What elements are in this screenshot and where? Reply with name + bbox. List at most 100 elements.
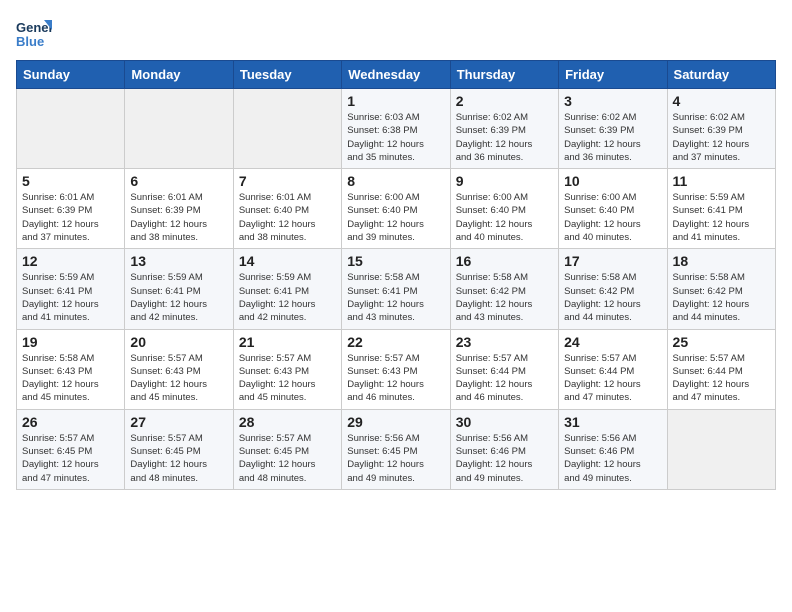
day-info: Sunrise: 5:59 AM Sunset: 6:41 PM Dayligh… bbox=[130, 271, 227, 324]
day-info: Sunrise: 5:59 AM Sunset: 6:41 PM Dayligh… bbox=[673, 191, 770, 244]
calendar-day-cell: 16Sunrise: 5:58 AM Sunset: 6:42 PM Dayli… bbox=[450, 249, 558, 329]
day-info: Sunrise: 5:57 AM Sunset: 6:45 PM Dayligh… bbox=[239, 432, 336, 485]
calendar-day-cell: 23 Sunrise: 5:57 AM Sunset: 6:44 PM Dayli… bbox=[450, 329, 558, 409]
calendar-day-cell: 11 Sunrise: 5:59 AM Sunset: 6:41 PM Dayli… bbox=[667, 169, 775, 249]
day-info: Sunrise: 5:58 AM Sunset: 6:42 PM Dayligh… bbox=[564, 271, 661, 324]
day-info: Sunrise: 5:56 AM Sunset: 6:45 PM Dayligh… bbox=[347, 432, 444, 485]
day-number: 21 bbox=[239, 334, 336, 350]
calendar-day-cell: 7 Sunrise: 6:01 AM Sunset: 6:40 PM Daylig… bbox=[233, 169, 341, 249]
calendar-day-cell: 25 Sunrise: 5:57 AM Sunset: 6:44 PM Dayli… bbox=[667, 329, 775, 409]
day-info: Sunrise: 5:57 AM Sunset: 6:43 PM Dayligh… bbox=[239, 352, 336, 405]
day-number: 4 bbox=[673, 93, 770, 109]
day-number: 18 bbox=[673, 253, 770, 269]
calendar-day-cell: 22 Sunrise: 5:57 AM Sunset: 6:43 PM Dayli… bbox=[342, 329, 450, 409]
day-number: 24 bbox=[564, 334, 661, 350]
day-number: 5 bbox=[22, 173, 119, 189]
day-info: Sunrise: 5:59 AM Sunset: 6:41 PM Dayligh… bbox=[22, 271, 119, 324]
day-number: 29 bbox=[347, 414, 444, 430]
day-number: 23 bbox=[456, 334, 553, 350]
calendar-day-cell: 8Sunrise: 6:00 AM Sunset: 6:40 PM Daylig… bbox=[342, 169, 450, 249]
day-info: Sunrise: 5:57 AM Sunset: 6:44 PM Dayligh… bbox=[564, 352, 661, 405]
day-number: 9 bbox=[456, 173, 553, 189]
calendar-day-cell: 9 Sunrise: 6:00 AM Sunset: 6:40 PM Daylig… bbox=[450, 169, 558, 249]
weekday-header-row: SundayMondayTuesdayWednesdayThursdayFrid… bbox=[17, 61, 776, 89]
svg-text:Blue: Blue bbox=[16, 34, 44, 49]
calendar-day-cell: 27 Sunrise: 5:57 AM Sunset: 6:45 PM Dayli… bbox=[125, 409, 233, 489]
calendar-day-cell: 26Sunrise: 5:57 AM Sunset: 6:45 PM Dayli… bbox=[17, 409, 125, 489]
calendar-body: 1 Sunrise: 6:03 AM Sunset: 6:38 PM Daylig… bbox=[17, 89, 776, 490]
day-info: Sunrise: 5:56 AM Sunset: 6:46 PM Dayligh… bbox=[564, 432, 661, 485]
day-number: 20 bbox=[130, 334, 227, 350]
calendar-day-cell: 31 Sunrise: 5:56 AM Sunset: 6:46 PM Dayli… bbox=[559, 409, 667, 489]
empty-day-cell bbox=[233, 89, 341, 169]
day-number: 19 bbox=[22, 334, 119, 350]
calendar-day-cell: 28 Sunrise: 5:57 AM Sunset: 6:45 PM Dayli… bbox=[233, 409, 341, 489]
calendar-day-cell: 15 Sunrise: 5:58 AM Sunset: 6:41 PM Dayli… bbox=[342, 249, 450, 329]
day-number: 17 bbox=[564, 253, 661, 269]
calendar-day-cell: 18 Sunrise: 5:58 AM Sunset: 6:42 PM Dayli… bbox=[667, 249, 775, 329]
calendar-table: SundayMondayTuesdayWednesdayThursdayFrid… bbox=[16, 60, 776, 490]
calendar-day-cell: 3 Sunrise: 6:02 AM Sunset: 6:39 PM Daylig… bbox=[559, 89, 667, 169]
day-info: Sunrise: 6:02 AM Sunset: 6:39 PM Dayligh… bbox=[564, 111, 661, 164]
calendar-day-cell: 2 Sunrise: 6:02 AM Sunset: 6:39 PM Daylig… bbox=[450, 89, 558, 169]
day-info: Sunrise: 6:01 AM Sunset: 6:39 PM Dayligh… bbox=[130, 191, 227, 244]
calendar-day-cell: 21 Sunrise: 5:57 AM Sunset: 6:43 PM Dayli… bbox=[233, 329, 341, 409]
day-number: 27 bbox=[130, 414, 227, 430]
day-info: Sunrise: 5:59 AM Sunset: 6:41 PM Dayligh… bbox=[239, 271, 336, 324]
day-info: Sunrise: 5:57 AM Sunset: 6:45 PM Dayligh… bbox=[130, 432, 227, 485]
day-info: Sunrise: 6:00 AM Sunset: 6:40 PM Dayligh… bbox=[456, 191, 553, 244]
logo-bird-icon: General Blue bbox=[16, 16, 52, 52]
day-number: 22 bbox=[347, 334, 444, 350]
day-number: 25 bbox=[673, 334, 770, 350]
day-info: Sunrise: 5:57 AM Sunset: 6:44 PM Dayligh… bbox=[456, 352, 553, 405]
weekday-header-cell: Friday bbox=[559, 61, 667, 89]
day-info: Sunrise: 5:58 AM Sunset: 6:41 PM Dayligh… bbox=[347, 271, 444, 324]
calendar-day-cell: 20 Sunrise: 5:57 AM Sunset: 6:43 PM Dayli… bbox=[125, 329, 233, 409]
day-number: 31 bbox=[564, 414, 661, 430]
calendar-week-row: 26 Sunrise: 5:57 AM Sunset: 6:45 PM Dayli… bbox=[17, 409, 776, 489]
day-info: Sunrise: 5:58 AM Sunset: 6:43 PM Dayligh… bbox=[22, 352, 119, 405]
calendar-day-cell: 13Sunrise: 5:59 AM Sunset: 6:41 PM Dayli… bbox=[125, 249, 233, 329]
calendar-week-row: 1 Sunrise: 6:03 AM Sunset: 6:38 PM Daylig… bbox=[17, 89, 776, 169]
day-info: Sunrise: 6:01 AM Sunset: 6:40 PM Dayligh… bbox=[239, 191, 336, 244]
day-number: 12 bbox=[22, 253, 119, 269]
calendar-day-cell: 10Sunrise: 6:00 AM Sunset: 6:40 PM Dayli… bbox=[559, 169, 667, 249]
day-number: 15 bbox=[347, 253, 444, 269]
calendar-day-cell: 17 Sunrise: 5:58 AM Sunset: 6:42 PM Dayli… bbox=[559, 249, 667, 329]
day-number: 14 bbox=[239, 253, 336, 269]
calendar-day-cell: 24 Sunrise: 5:57 AM Sunset: 6:44 PM Dayli… bbox=[559, 329, 667, 409]
day-number: 7 bbox=[239, 173, 336, 189]
calendar-day-cell: 12 Sunrise: 5:59 AM Sunset: 6:41 PM Dayli… bbox=[17, 249, 125, 329]
day-number: 28 bbox=[239, 414, 336, 430]
day-number: 16 bbox=[456, 253, 553, 269]
day-info: Sunrise: 5:58 AM Sunset: 6:42 PM Dayligh… bbox=[673, 271, 770, 324]
day-info: Sunrise: 5:57 AM Sunset: 6:43 PM Dayligh… bbox=[347, 352, 444, 405]
day-number: 6 bbox=[130, 173, 227, 189]
day-number: 3 bbox=[564, 93, 661, 109]
calendar-day-cell: 5 Sunrise: 6:01 AM Sunset: 6:39 PM Daylig… bbox=[17, 169, 125, 249]
empty-day-cell bbox=[125, 89, 233, 169]
calendar-day-cell: 30Sunrise: 5:56 AM Sunset: 6:46 PM Dayli… bbox=[450, 409, 558, 489]
day-info: Sunrise: 6:02 AM Sunset: 6:39 PM Dayligh… bbox=[456, 111, 553, 164]
day-number: 1 bbox=[347, 93, 444, 109]
day-number: 2 bbox=[456, 93, 553, 109]
day-info: Sunrise: 5:57 AM Sunset: 6:44 PM Dayligh… bbox=[673, 352, 770, 405]
day-info: Sunrise: 5:57 AM Sunset: 6:43 PM Dayligh… bbox=[130, 352, 227, 405]
calendar-week-row: 19 Sunrise: 5:58 AM Sunset: 6:43 PM Dayli… bbox=[17, 329, 776, 409]
day-number: 10 bbox=[564, 173, 661, 189]
day-info: Sunrise: 6:01 AM Sunset: 6:39 PM Dayligh… bbox=[22, 191, 119, 244]
logo: General Blue bbox=[16, 16, 52, 52]
calendar-week-row: 5 Sunrise: 6:01 AM Sunset: 6:39 PM Daylig… bbox=[17, 169, 776, 249]
day-info: Sunrise: 6:03 AM Sunset: 6:38 PM Dayligh… bbox=[347, 111, 444, 164]
weekday-header-cell: Thursday bbox=[450, 61, 558, 89]
empty-day-cell bbox=[667, 409, 775, 489]
calendar-day-cell: 14 Sunrise: 5:59 AM Sunset: 6:41 PM Dayli… bbox=[233, 249, 341, 329]
day-number: 26 bbox=[22, 414, 119, 430]
calendar-day-cell: 19 Sunrise: 5:58 AM Sunset: 6:43 PM Dayli… bbox=[17, 329, 125, 409]
empty-day-cell bbox=[17, 89, 125, 169]
calendar-day-cell: 4 Sunrise: 6:02 AM Sunset: 6:39 PM Daylig… bbox=[667, 89, 775, 169]
day-info: Sunrise: 6:02 AM Sunset: 6:39 PM Dayligh… bbox=[673, 111, 770, 164]
calendar-day-cell: 6 Sunrise: 6:01 AM Sunset: 6:39 PM Daylig… bbox=[125, 169, 233, 249]
day-number: 11 bbox=[673, 173, 770, 189]
day-info: Sunrise: 5:56 AM Sunset: 6:46 PM Dayligh… bbox=[456, 432, 553, 485]
